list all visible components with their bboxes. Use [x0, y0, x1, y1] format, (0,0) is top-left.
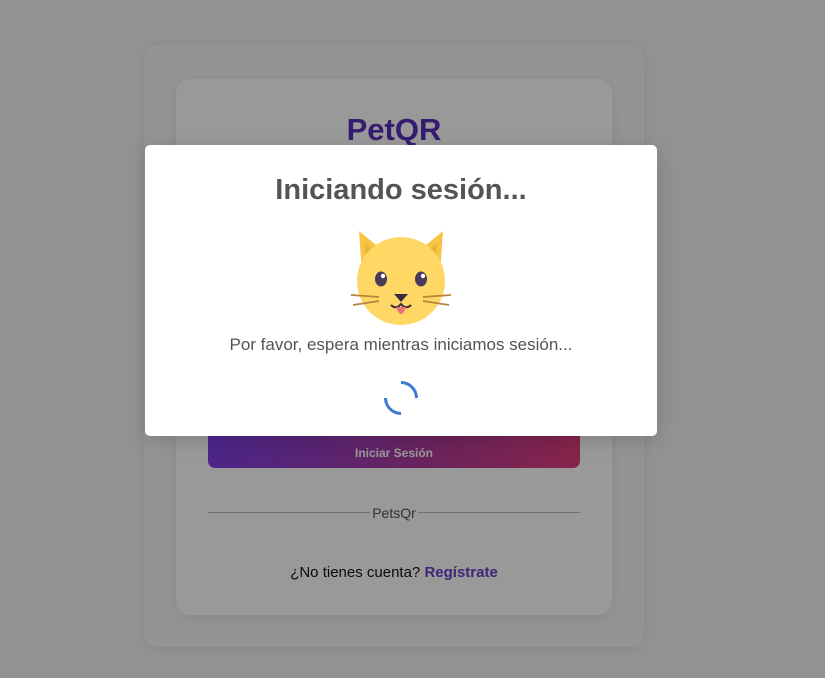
cat-face-icon — [350, 231, 452, 325]
dialog-message: Por favor, espera mientras iniciamos ses… — [229, 335, 573, 354]
dialog-title: Iniciando sesión... — [275, 174, 527, 206]
loading-dialog: Iniciando sesión... Por favor, espera mi… — [145, 145, 657, 436]
loading-spinner — [376, 373, 426, 423]
